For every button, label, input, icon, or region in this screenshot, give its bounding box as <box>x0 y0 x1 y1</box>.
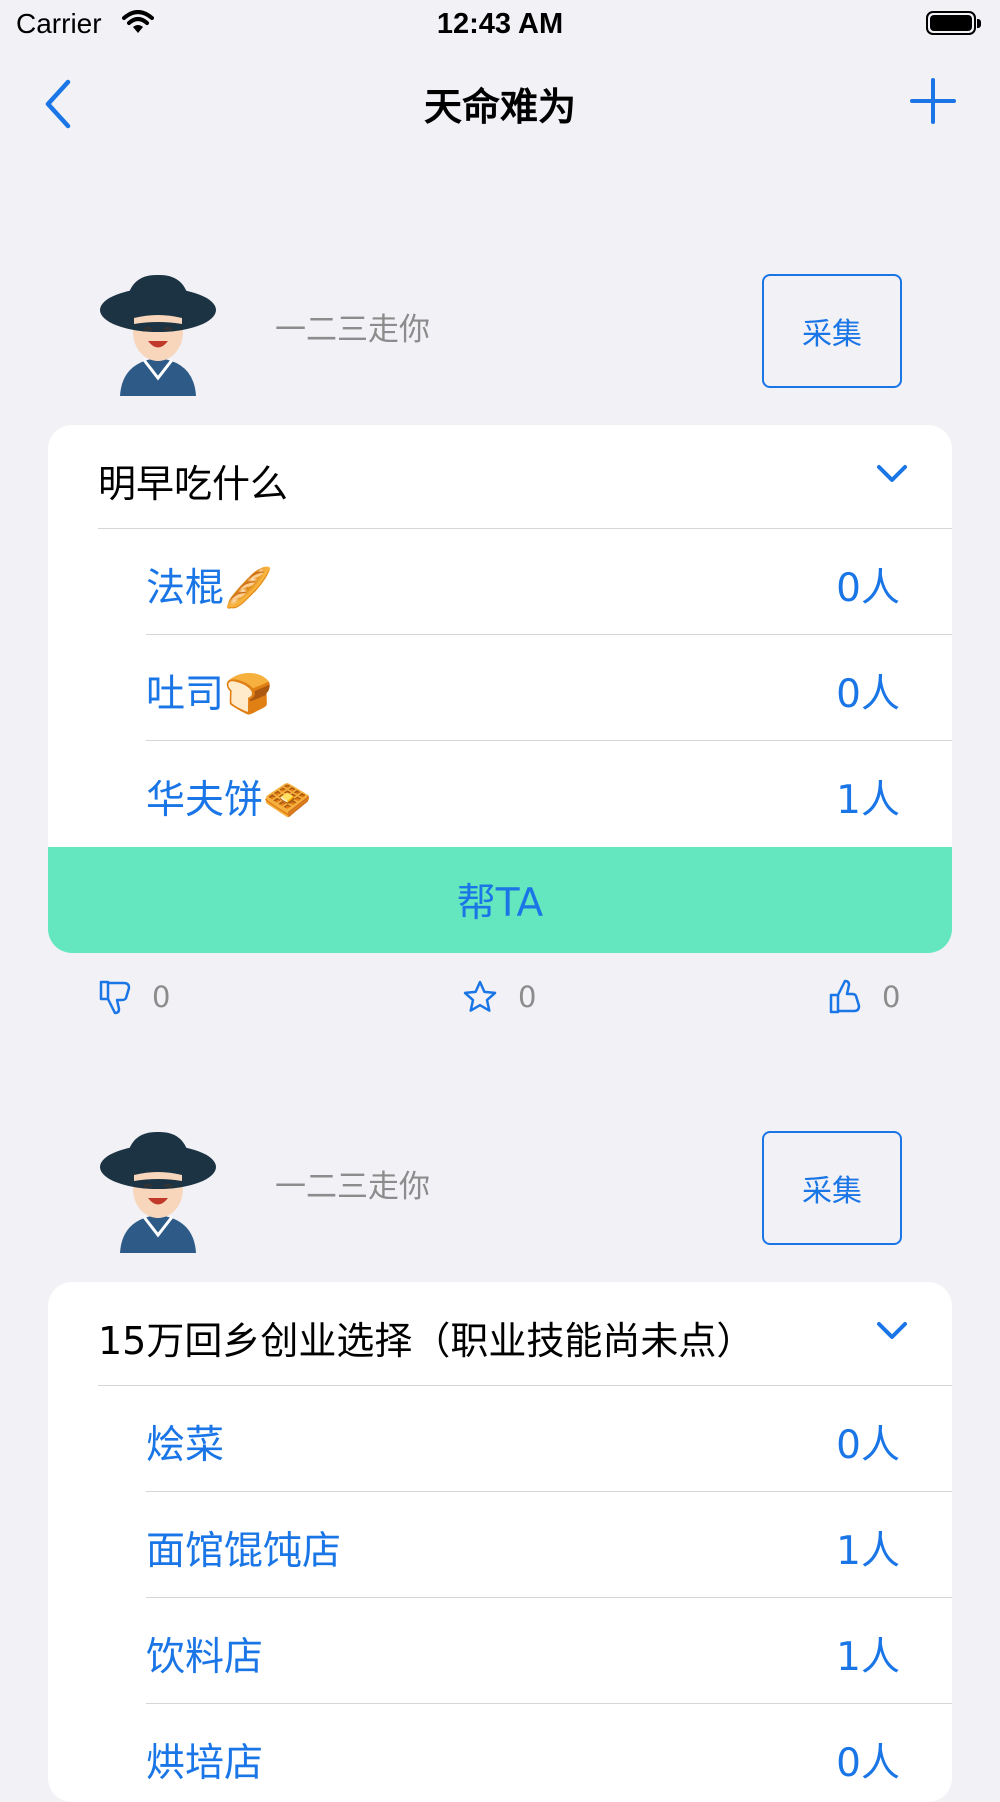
thumbs-down-icon <box>99 980 131 1015</box>
favorite-button[interactable]: 0 <box>462 972 536 1022</box>
chevron-down-icon[interactable] <box>876 463 908 485</box>
favorite-count: 0 <box>518 980 537 1014</box>
option-count: 1人 <box>836 778 900 823</box>
option-count: 1人 <box>836 1529 900 1574</box>
option-row[interactable]: 吐司🍞 0人 <box>48 635 952 741</box>
question-text: 15万回乡创业选择（职业技能尚未点） <box>98 1319 755 1363</box>
option-count: 0人 <box>836 672 900 717</box>
post-card: 一二三走你 采集 明早吃什么 法棍🥖 0人 吐司🍞 0人 华夫饼🧇 1人 帮TA <box>0 274 1000 1034</box>
navigation-bar: 天命难为 <box>0 52 1000 152</box>
option-count: 0人 <box>836 566 900 611</box>
username: 一二三走你 <box>275 312 430 348</box>
question-row[interactable]: 明早吃什么 <box>48 425 952 529</box>
battery-icon <box>926 11 981 35</box>
like-button[interactable]: 0 <box>828 972 900 1022</box>
dislike-count: 0 <box>152 980 171 1014</box>
poll-card: 明早吃什么 法棍🥖 0人 吐司🍞 0人 华夫饼🧇 1人 帮TA <box>48 425 952 953</box>
add-button[interactable] <box>908 76 958 126</box>
option-row[interactable]: 华夫饼🧇 1人 <box>48 741 952 847</box>
dislike-button[interactable]: 0 <box>98 972 170 1022</box>
option-count: 0人 <box>836 1741 900 1786</box>
plus-icon <box>910 78 956 124</box>
option-label: 饮料店 <box>146 1635 264 1680</box>
post-card: 一二三走你 采集 15万回乡创业选择（职业技能尚未点） 烩菜 0人 面馆馄饨店 … <box>0 1131 1000 1802</box>
help-button[interactable]: 帮TA <box>48 847 952 953</box>
question-row[interactable]: 15万回乡创业选择（职业技能尚未点） <box>48 1282 952 1386</box>
like-count: 0 <box>882 980 901 1014</box>
option-row[interactable]: 烘培店 0人 <box>48 1704 952 1802</box>
option-label: 吐司🍞 <box>146 672 273 717</box>
option-label: 华夫饼🧇 <box>146 778 312 823</box>
collect-button[interactable]: 采集 <box>762 274 902 388</box>
username: 一二三走你 <box>275 1169 430 1205</box>
chevron-down-icon[interactable] <box>876 1320 908 1342</box>
page-title: 天命难为 <box>423 85 576 129</box>
option-label: 法棍🥖 <box>146 566 273 611</box>
option-label: 面馆馄饨店 <box>146 1529 342 1574</box>
action-bar: 0 0 0 <box>0 972 1000 1032</box>
thumbs-up-icon <box>829 979 861 1014</box>
option-label: 烘培店 <box>146 1741 264 1786</box>
avatar <box>100 274 216 396</box>
option-count: 0人 <box>836 1423 900 1468</box>
option-row[interactable]: 烩菜 0人 <box>48 1386 952 1492</box>
poll-card: 15万回乡创业选择（职业技能尚未点） 烩菜 0人 面馆馄饨店 1人 饮料店 1人… <box>48 1282 952 1802</box>
collect-button[interactable]: 采集 <box>762 1131 902 1245</box>
question-text: 明早吃什么 <box>98 462 289 506</box>
option-label: 烩菜 <box>146 1423 225 1468</box>
star-icon <box>463 980 497 1012</box>
status-time: 12:43 AM <box>436 8 564 40</box>
option-count: 1人 <box>836 1635 900 1680</box>
avatar <box>100 1131 216 1253</box>
option-row[interactable]: 饮料店 1人 <box>48 1598 952 1704</box>
status-bar: Carrier 12:43 AM <box>0 0 1000 52</box>
option-row[interactable]: 面馆馄饨店 1人 <box>48 1492 952 1598</box>
option-row[interactable]: 法棍🥖 0人 <box>48 529 952 635</box>
